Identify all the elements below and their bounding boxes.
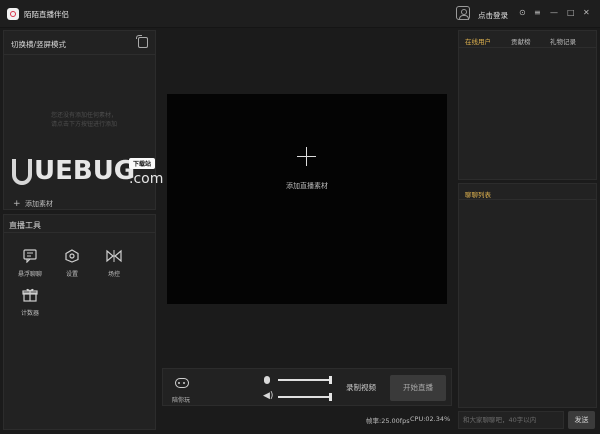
minimize-icon[interactable]: — (550, 8, 558, 18)
play-with-you-label[interactable]: 陪你玩 (172, 395, 190, 404)
material-panel-header: 切换横/竖屏模式 (4, 31, 155, 55)
live-tools-panel: 直播工具 悬浮聊聊 设置 场控 计数器 (3, 214, 156, 430)
add-material-button[interactable]: + 添加素材 (13, 199, 53, 209)
field-control-icon (106, 249, 122, 263)
settings-circle-icon[interactable]: ⊙ (519, 8, 526, 18)
title-bar: 陌陌直播伴侣 点击登录 ⊙ ≡ — □ ✕ (0, 0, 600, 28)
add-material-label: 添加素材 (25, 200, 53, 208)
watermark-text: UEBUG (34, 156, 136, 186)
momo-logo-icon (7, 8, 19, 20)
start-live-button[interactable]: 开始直播 (390, 375, 446, 401)
chat-panel-header: 聊聊列表 (459, 184, 596, 200)
rotate-screen-icon[interactable] (136, 35, 148, 48)
cpu-status: CPU:02.34% (410, 415, 451, 423)
add-source-plus-icon[interactable] (297, 147, 317, 167)
mic-volume-knob[interactable] (329, 376, 332, 384)
watermark-badge: 下载站 (129, 158, 156, 169)
empty-hint-line-1: 您还没有添加任何素材， (50, 112, 117, 119)
live-preview-area[interactable]: 添加直播素材 (167, 94, 447, 304)
tool-counter[interactable]: 计数器 (8, 288, 52, 317)
tool-field-control[interactable]: 场控 (92, 249, 136, 278)
user-avatar-icon[interactable] (456, 6, 470, 20)
live-tools-header: 直播工具 (4, 215, 155, 233)
mic-volume-slider[interactable] (278, 376, 332, 384)
material-panel: 切换横/竖屏模式 您还没有添加任何素材， 请点击下方按钮进行添加 UEBUG 下… (3, 30, 163, 210)
gamepad-icon[interactable] (175, 378, 189, 388)
tool-settings-label: 设置 (65, 271, 78, 278)
menu-icon[interactable]: ≡ (534, 8, 541, 18)
tool-field-control-label: 场控 (107, 271, 120, 278)
chat-float-icon (23, 249, 37, 263)
watermark-logo-icon (12, 159, 32, 185)
app-title: 陌陌直播伴侣 (24, 10, 69, 19)
add-live-source-label[interactable]: 添加直播素材 (167, 181, 447, 191)
tool-settings[interactable]: 设置 (50, 249, 94, 278)
empty-material-hint: 您还没有添加任何素材， 请点击下方按钮进行添加 (34, 111, 134, 129)
counter-gift-icon (22, 288, 38, 302)
tab-contribution[interactable]: 贡献榜 (511, 36, 531, 46)
login-button[interactable]: 点击登录 (478, 10, 508, 21)
uebug-watermark: UEBUG 下载站 .com (12, 156, 164, 191)
plus-icon: + (13, 199, 21, 209)
chat-input[interactable] (458, 411, 564, 429)
send-button[interactable]: 发送 (568, 411, 595, 429)
speaker-icon[interactable]: ◀) (263, 391, 273, 401)
settings-icon (65, 249, 79, 263)
close-icon[interactable]: ✕ (583, 8, 590, 18)
empty-hint-line-2: 请点击下方按钮进行添加 (50, 121, 117, 128)
tool-chat-float[interactable]: 悬浮聊聊 (8, 249, 52, 278)
live-control-bar: 陪你玩 ◀) 录制视频 开始直播 (162, 368, 452, 406)
watermark-domain: .com (129, 171, 164, 187)
live-tools-title: 直播工具 (9, 221, 41, 230)
tab-gift-records[interactable]: 礼物记录 (550, 36, 576, 46)
fps-status: 帧率:25.00fps (366, 417, 410, 425)
microphone-icon[interactable] (264, 376, 270, 384)
orientation-switch-label[interactable]: 切换横/竖屏模式 (11, 39, 66, 50)
speaker-volume-fill (278, 396, 332, 398)
tool-counter-label: 计数器 (20, 310, 39, 317)
chat-panel: 聊聊列表 (458, 183, 597, 408)
speaker-volume-knob[interactable] (329, 393, 332, 401)
audience-panel: 在线用户 贡献榜 礼物记录 (458, 30, 597, 180)
mic-volume-fill (278, 379, 332, 381)
maximize-icon[interactable]: □ (567, 8, 575, 18)
tool-chat-float-label: 悬浮聊聊 (17, 271, 42, 278)
record-video-button[interactable]: 录制视频 (346, 382, 376, 393)
speaker-volume-slider[interactable] (278, 393, 332, 401)
tab-online-users[interactable]: 在线用户 (465, 36, 491, 46)
audience-tabs: 在线用户 贡献榜 礼物记录 (459, 31, 596, 48)
chat-list-title: 聊聊列表 (465, 191, 491, 199)
